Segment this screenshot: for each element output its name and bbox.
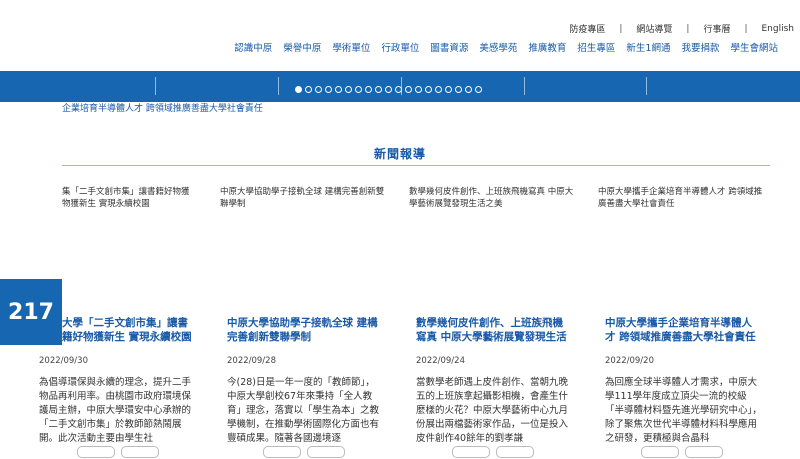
news-card-tags [452, 446, 534, 458]
slider-dot[interactable] [295, 86, 302, 93]
news-card-tags [77, 446, 159, 458]
section-divider [62, 165, 770, 166]
slider-dot[interactable] [365, 86, 372, 93]
tag-pill[interactable] [685, 446, 723, 458]
news-card-thumbnail: 數學幾何皮件創作、上班族飛機寫真 中原大學藝術展覽發現生活之美 [407, 184, 582, 316]
tag-pill[interactable] [121, 446, 159, 458]
util-link-sitemap[interactable]: 網站導覽 [634, 22, 674, 35]
util-link-english[interactable]: English [760, 24, 797, 34]
slider-dot[interactable] [315, 86, 322, 93]
banner-divider [524, 77, 525, 95]
news-card-tags [263, 446, 345, 458]
nav-item-student-union[interactable]: 學生會網站 [730, 40, 778, 54]
nav-item-library[interactable]: 圖書資源 [430, 40, 468, 54]
news-card-title[interactable]: 數學幾何皮件創作、上班族飛機寫真 中原大學藝術展覽發現生活 [407, 316, 582, 346]
util-separator: | [744, 23, 748, 34]
news-card-thumbnail: 中原大學協助學子接軌全球 建構完善創新雙聯學制 [218, 184, 393, 316]
slider-dot[interactable] [325, 86, 332, 93]
tag-pill[interactable] [641, 446, 679, 458]
news-card[interactable]: 數學幾何皮件創作、上班族飛機寫真 中原大學藝術展覽發現生活之美 數學幾何皮件創作… [407, 184, 582, 459]
slider-dot[interactable] [385, 86, 392, 93]
news-ticker[interactable]: 企業培育半導體人才 跨領域推廣善盡大學社會責任 [62, 101, 263, 114]
banner-divider [278, 77, 279, 95]
news-card-excerpt: 今(28)日是一年一度的「教師節」，中原大學創校67年來秉持「全人教育」理念，落… [227, 377, 380, 444]
slider-dot[interactable] [425, 86, 432, 93]
slider-dot[interactable] [445, 86, 452, 93]
banner-divider [646, 77, 647, 95]
slider-dot[interactable] [405, 86, 412, 93]
tag-pill[interactable] [77, 446, 115, 458]
util-link-calendar[interactable]: 行事曆 [701, 22, 732, 35]
slider-dot[interactable] [395, 86, 402, 93]
util-separator: | [619, 23, 623, 34]
slider-dot[interactable] [345, 86, 352, 93]
news-card-date: 2022/09/28 [227, 356, 276, 366]
slider-dot[interactable] [335, 86, 342, 93]
news-card-excerpt: 當數學老師遇上皮件創作、當朝九晚五的上班族拿起攝影相機，會產生什麼樣的火花？中原… [416, 377, 569, 444]
slider-dot[interactable] [355, 86, 362, 93]
news-card-excerpt: 為回應全球半導體人才需求，中原大學111學年度成立頂尖一流的校級「半導體材料暨先… [605, 377, 762, 444]
section-title: 新聞報導 [373, 147, 426, 161]
tag-pill[interactable] [307, 446, 345, 458]
news-card-title[interactable]: 中原大學攜手企業培育半導體人才 跨領域推廣善盡大學社會責任 [596, 316, 771, 346]
nav-item-admin-units[interactable]: 行政單位 [381, 40, 419, 54]
tag-pill[interactable] [496, 446, 534, 458]
news-card-date: 2022/09/30 [39, 356, 88, 366]
news-card[interactable]: 中原大學攜手企業培育半導體人才 跨領域推廣善盡大學社會責任 中原大學攜手企業培育… [596, 184, 771, 459]
slider-pagination [295, 86, 482, 93]
news-card-excerpt: 為倡導環保與永續的理念，提升二手物品再利用率。由桃園市政府環境保護局主辦，中原大… [39, 377, 192, 444]
nav-item-aesthetics[interactable]: 美感學苑 [479, 40, 517, 54]
news-card-date: 2022/09/20 [605, 356, 654, 366]
main-nav: 認識中原 榮譽中原 學術單位 行政單位 圖書資源 美感學苑 推廣教育 招生專區 … [223, 40, 778, 54]
news-card[interactable]: 中原大學協助學子接軌全球 建構完善創新雙聯學制 中原大學協助學子接軌全球 建構完… [218, 184, 393, 459]
slider-dot[interactable] [455, 86, 462, 93]
slider-dot[interactable] [415, 86, 422, 93]
util-link-covid[interactable]: 防疫專區 [567, 22, 607, 35]
nav-item-extension-education[interactable]: 推廣教育 [528, 40, 566, 54]
nav-item-academic-units[interactable]: 學術單位 [332, 40, 370, 54]
utility-nav: 防疫專區 | 網站導覽 | 行事曆 | English [567, 22, 797, 36]
nav-item-admissions[interactable]: 招生專區 [577, 40, 615, 54]
nav-item-honors[interactable]: 榮譽中原 [283, 40, 321, 54]
news-card-date: 2022/09/24 [416, 356, 465, 366]
nav-item-donate[interactable]: 我要捐款 [681, 40, 719, 54]
slider-dot[interactable] [375, 86, 382, 93]
nav-item-about[interactable]: 認識中原 [234, 40, 272, 54]
slider-dot[interactable] [435, 86, 442, 93]
nav-item-freshman-portal[interactable]: 新生1網通 [626, 40, 670, 54]
slider-dot[interactable] [305, 86, 312, 93]
banner-divider [155, 77, 156, 95]
news-card-thumbnail: 中原大學攜手企業培育半導體人才 跨領域推廣善盡大學社會責任 [596, 184, 771, 316]
news-card-tags [641, 446, 723, 458]
tag-pill[interactable] [452, 446, 490, 458]
news-card-title[interactable]: 中原大學協助學子接軌全球 建構完善創新雙聯學制 [218, 316, 393, 346]
news-count-badge: 217 [0, 279, 62, 345]
slider-dot[interactable] [465, 86, 472, 93]
util-separator: | [686, 23, 690, 34]
tag-pill[interactable] [263, 446, 301, 458]
slider-dot[interactable] [475, 86, 482, 93]
